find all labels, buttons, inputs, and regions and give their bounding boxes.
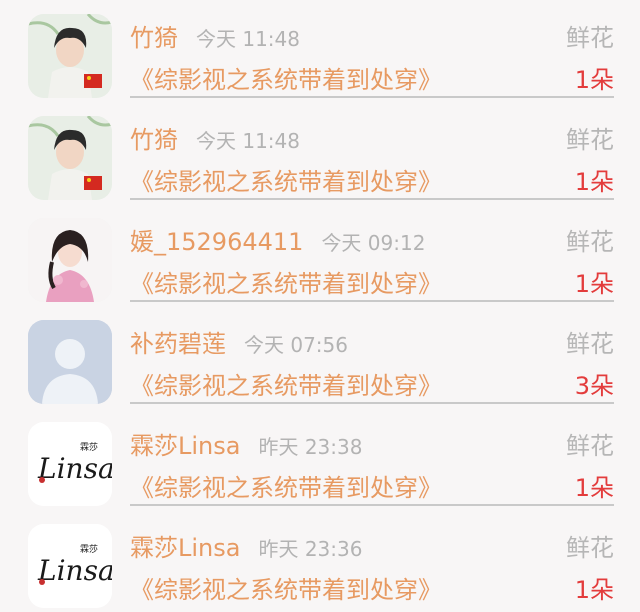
divider [130,504,614,506]
book-title-link[interactable]: 《综影视之系统带着到处穿》 [130,162,442,197]
man-portrait-avatar[interactable] [28,116,112,200]
sender-name-line: 竹猗 今天 11:48 [130,120,300,155]
sender-name-line: 霖莎Linsa 昨天 23:38 [130,426,362,461]
list-item[interactable]: 竹猗 今天 11:48 鲜花 《综影视之系统带着到处穿》 1朵 [0,102,640,204]
sender-name-line: 竹猗 今天 11:48 [130,18,300,53]
gift-count: 1朵 [574,66,614,94]
gift-count: 1朵 [574,474,614,502]
gift-count: 1朵 [574,168,614,196]
woman-illustration-avatar[interactable] [28,218,112,302]
gift-type: 鲜花 [566,126,614,154]
sender-name[interactable]: 竹猗 [130,126,178,154]
divider [130,402,614,404]
timestamp: 今天 07:56 [244,333,348,357]
gift-type: 鲜花 [566,24,614,52]
timestamp: 昨天 23:38 [258,435,363,459]
linsa-logo-avatar[interactable]: 霖莎 Linsa [28,422,112,506]
gift-count: 1朵 [574,270,614,298]
sender-name-line: 补药碧莲 今天 07:56 [130,324,348,359]
gift-type: 鲜花 [566,228,614,256]
list-item[interactable]: 竹猗 今天 11:48 鲜花 《综影视之系统带着到处穿》 1朵 [0,0,640,102]
timestamp: 今天 11:48 [196,27,300,51]
sender-name[interactable]: 霖莎Linsa [130,534,240,562]
list-item[interactable]: 补药碧莲 今天 07:56 鲜花 《综影视之系统带着到处穿》 3朵 [0,306,640,408]
list-item[interactable]: 媛_152964411 今天 09:12 鲜花 《综影视之系统带着到处穿》 1朵 [0,204,640,306]
divider [130,96,614,98]
gift-count: 3朵 [574,372,614,400]
list-item[interactable]: 霖莎 Linsa 霖莎Linsa 昨天 23:38 鲜花 《综影视之系统带着到处穿… [0,408,640,510]
sender-name-line: 霖莎Linsa 昨天 23:36 [130,528,362,563]
timestamp: 今天 09:12 [321,231,426,255]
gift-type: 鲜花 [566,330,614,358]
sender-name[interactable]: 补药碧莲 [130,330,226,358]
svg-text:Linsa: Linsa [37,554,112,587]
gift-type: 鲜花 [566,432,614,460]
sender-name[interactable]: 霖莎Linsa [130,432,240,460]
timestamp: 今天 11:48 [196,129,300,153]
timestamp: 昨天 23:36 [258,537,363,561]
book-title-link[interactable]: 《综影视之系统带着到处穿》 [130,366,442,401]
list-item[interactable]: 霖莎 Linsa 霖莎Linsa 昨天 23:36 鲜花 《综影视之系统带着到处穿… [0,510,640,612]
sender-name[interactable]: 媛_152964411 [130,228,303,256]
gift-record-list: 竹猗 今天 11:48 鲜花 《综影视之系统带着到处穿》 1朵 竹猗 今天 11… [0,0,640,608]
book-title-link[interactable]: 《综影视之系统带着到处穿》 [130,60,442,95]
gift-type: 鲜花 [566,534,614,562]
linsa-logo-avatar[interactable]: 霖莎 Linsa [28,524,112,608]
sender-name-line: 媛_152964411 今天 09:12 [130,222,425,257]
book-title-link[interactable]: 《综影视之系统带着到处穿》 [130,570,442,605]
svg-text:Linsa: Linsa [37,452,112,485]
sender-name[interactable]: 竹猗 [130,24,178,52]
book-title-link[interactable]: 《综影视之系统带着到处穿》 [130,264,442,299]
divider [130,198,614,200]
man-portrait-avatar[interactable] [28,14,112,98]
divider [130,300,614,302]
gift-count: 1朵 [574,576,614,604]
book-title-link[interactable]: 《综影视之系统带着到处穿》 [130,468,442,503]
default-user-avatar[interactable] [28,320,112,404]
